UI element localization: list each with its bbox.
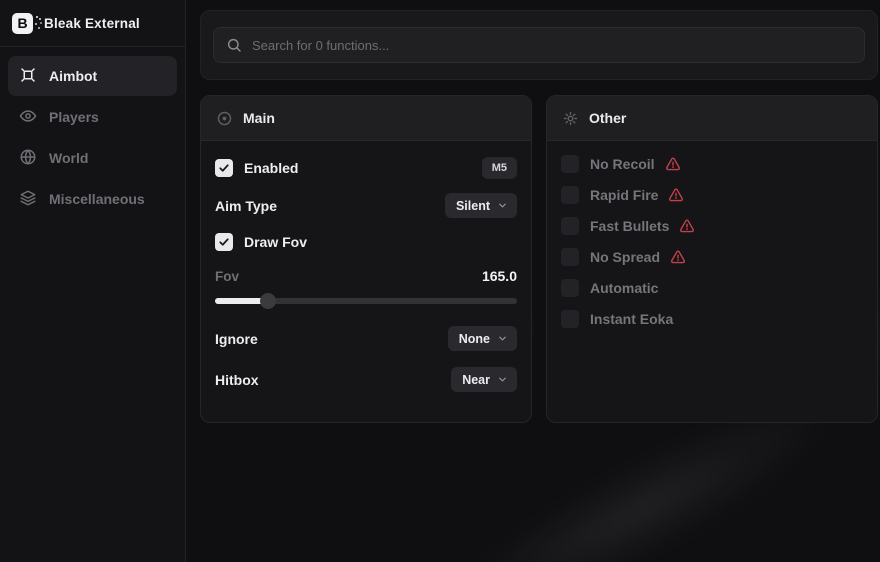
sidebar-item-aimbot[interactable]: Aimbot xyxy=(8,56,177,96)
sidebar-header: B Bleak External xyxy=(0,0,185,47)
enabled-row: Enabled M5 xyxy=(215,155,517,180)
instant-eoka-label: Instant Eoka xyxy=(590,311,673,327)
ignore-row: Ignore None xyxy=(215,326,517,351)
fov-slider[interactable] xyxy=(215,293,517,309)
aim-type-label: Aim Type xyxy=(215,198,277,214)
automatic-row: Automatic xyxy=(561,279,863,297)
sidebar-item-world[interactable]: World xyxy=(8,138,177,178)
sidebar: B Bleak External Aimbot Players xyxy=(0,0,186,562)
aim-type-value: Silent xyxy=(456,199,490,213)
search-box[interactable] xyxy=(213,27,865,63)
fov-label: Fov xyxy=(215,269,239,284)
chevron-down-icon xyxy=(497,374,508,385)
app-title: Bleak External xyxy=(44,16,140,31)
aim-type-dropdown[interactable]: Silent xyxy=(445,193,517,218)
fast-bullets-row: Fast Bullets xyxy=(561,217,863,235)
main-content: Main Enabled M5 Aim Type Silent xyxy=(187,0,880,562)
warning-icon xyxy=(679,218,695,234)
warning-icon xyxy=(665,156,681,172)
no-spread-row: No Spread xyxy=(561,248,863,266)
fov-row: Fov 165.0 xyxy=(215,268,517,284)
instant-eoka-checkbox[interactable] xyxy=(561,310,579,328)
automatic-checkbox[interactable] xyxy=(561,279,579,297)
warning-icon xyxy=(668,187,684,203)
main-panel-header: Main xyxy=(201,96,531,141)
sidebar-item-label: Players xyxy=(49,109,99,125)
no-recoil-checkbox[interactable] xyxy=(561,155,579,173)
main-panel: Main Enabled M5 Aim Type Silent xyxy=(200,95,532,423)
other-panel-header: Other xyxy=(547,96,877,141)
hitbox-label: Hitbox xyxy=(215,372,259,388)
no-spread-checkbox[interactable] xyxy=(561,248,579,266)
globe-icon xyxy=(19,148,37,169)
sidebar-item-miscellaneous[interactable]: Miscellaneous xyxy=(8,179,177,219)
ignore-label: Ignore xyxy=(215,331,258,347)
chevron-down-icon xyxy=(497,200,508,211)
search-panel xyxy=(200,10,878,80)
no-spread-label: No Spread xyxy=(590,249,660,265)
search-input[interactable] xyxy=(252,38,852,53)
rapid-fire-label: Rapid Fire xyxy=(590,187,658,203)
no-recoil-label: No Recoil xyxy=(590,156,655,172)
enabled-keybind-button[interactable]: M5 xyxy=(482,157,517,179)
draw-fov-label: Draw Fov xyxy=(244,234,307,250)
sidebar-item-label: World xyxy=(49,150,88,166)
hitbox-row: Hitbox Near xyxy=(215,367,517,392)
app-logo-icon: B xyxy=(12,13,33,34)
ignore-value: None xyxy=(459,332,490,346)
chevron-down-icon xyxy=(497,333,508,344)
rapid-fire-checkbox[interactable] xyxy=(561,186,579,204)
other-panel: Other No Recoil Rapid Fire xyxy=(546,95,878,423)
panel-title: Main xyxy=(243,110,275,126)
rapid-fire-row: Rapid Fire xyxy=(561,186,863,204)
draw-fov-checkbox[interactable] xyxy=(215,233,233,251)
eye-icon xyxy=(19,107,37,128)
sidebar-nav: Aimbot Players World xyxy=(0,47,185,228)
target-icon xyxy=(216,110,233,127)
hitbox-dropdown[interactable]: Near xyxy=(451,367,517,392)
aim-type-row: Aim Type Silent xyxy=(215,193,517,218)
ignore-dropdown[interactable]: None xyxy=(448,326,517,351)
enabled-checkbox[interactable] xyxy=(215,159,233,177)
search-icon xyxy=(226,37,242,53)
sidebar-item-players[interactable]: Players xyxy=(8,97,177,137)
layers-icon xyxy=(19,189,37,210)
sidebar-item-label: Aimbot xyxy=(49,68,97,84)
instant-eoka-row: Instant Eoka xyxy=(561,310,863,328)
gear-icon xyxy=(562,110,579,127)
no-recoil-row: No Recoil xyxy=(561,155,863,173)
fov-slider-thumb[interactable] xyxy=(260,293,276,309)
draw-fov-row: Draw Fov xyxy=(215,232,517,252)
crosshair-scan-icon xyxy=(19,66,37,87)
warning-icon xyxy=(670,249,686,265)
automatic-label: Automatic xyxy=(590,280,658,296)
hitbox-value: Near xyxy=(462,373,490,387)
sidebar-item-label: Miscellaneous xyxy=(49,191,145,207)
fast-bullets-label: Fast Bullets xyxy=(590,218,669,234)
enabled-label: Enabled xyxy=(244,160,298,176)
fov-value: 165.0 xyxy=(482,268,517,284)
fast-bullets-checkbox[interactable] xyxy=(561,217,579,235)
panel-title: Other xyxy=(589,110,626,126)
